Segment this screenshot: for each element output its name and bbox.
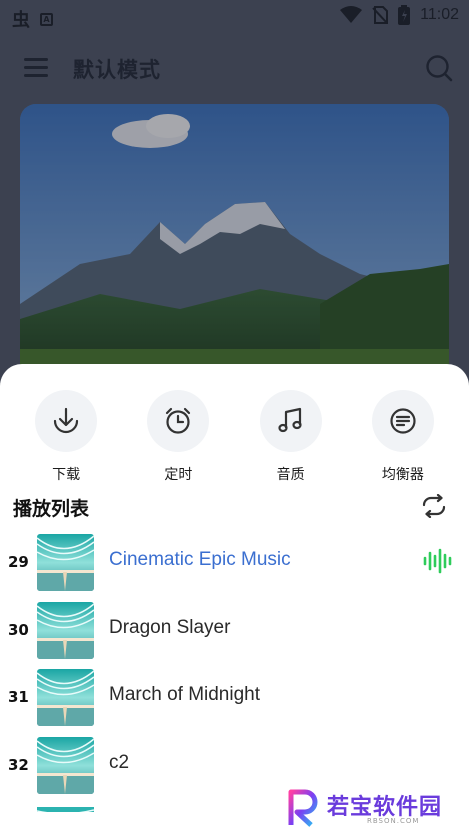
track-title: March of Midnight <box>109 684 261 705</box>
app-notification-icon: 虫 <box>12 10 30 31</box>
page-title: 默认模式 <box>73 58 161 82</box>
track-title: Dragon Slayer <box>109 616 231 638</box>
equalizer-label: 均衡器 <box>381 467 424 483</box>
track-thumbnail <box>37 669 94 726</box>
now-playing-icon <box>423 548 452 574</box>
track-thumbnail-partial <box>37 802 94 812</box>
track-thumbnail <box>37 736 94 794</box>
battery-icon <box>398 5 411 25</box>
track-title: Cinematic Epic Music <box>109 549 291 570</box>
track-thumbnail <box>37 534 94 591</box>
album-cover-image <box>20 104 449 384</box>
quality-label: 音质 <box>276 467 305 483</box>
download-label: 下载 <box>52 467 81 483</box>
track-number: 31 <box>8 688 29 706</box>
timer-button[interactable]: 定时 <box>133 390 223 484</box>
quality-button[interactable]: 音质 <box>246 390 336 484</box>
playlist-item[interactable]: 30 Dragon Slayer <box>0 600 469 668</box>
download-button[interactable]: 下载 <box>21 390 111 484</box>
track-number: 30 <box>8 620 29 639</box>
clock: 11:02 <box>420 6 459 23</box>
equalizer-button[interactable]: 均衡器 <box>358 390 448 484</box>
status-bar: 虫 A 11:02 <box>0 0 469 34</box>
music-note-icon <box>278 407 302 433</box>
equalizer-icon <box>390 408 416 434</box>
alarm-clock-icon <box>166 407 191 434</box>
track-number: 32 <box>8 755 29 774</box>
app-bar: 默认模式 <box>0 46 469 92</box>
track-thumbnail <box>37 601 94 659</box>
playlist-title: 播放列表 <box>13 498 90 520</box>
playlist: 29 Cinematic Epic Music 30 Dragon Slayer… <box>0 532 469 802</box>
track-number: 29 <box>8 553 29 571</box>
playlist-item[interactable]: 29 Cinematic Epic Music <box>0 532 469 600</box>
watermark-logo: 若宝软件园 RBSON.COM <box>269 783 469 833</box>
wifi-icon <box>340 6 363 23</box>
track-title: c2 <box>109 751 130 773</box>
download-icon <box>54 407 79 434</box>
no-sim-icon <box>372 6 389 24</box>
notification-icon: A <box>40 12 53 26</box>
repeat-icon[interactable] <box>421 494 447 518</box>
playlist-item[interactable]: 31 March of Midnight <box>0 667 469 735</box>
action-row: 下载 定时 音质 均衡器 <box>0 390 469 484</box>
rbson-logo-icon <box>288 789 318 827</box>
watermark-subtext: RBSON.COM <box>367 817 420 825</box>
playlist-sheet: 下载 定时 音质 均衡器 播放列表 29 Cinematic Epic Musi… <box>0 364 469 833</box>
timer-label: 定时 <box>164 467 193 483</box>
search-icon[interactable] <box>425 54 453 82</box>
menu-icon[interactable] <box>24 58 48 78</box>
